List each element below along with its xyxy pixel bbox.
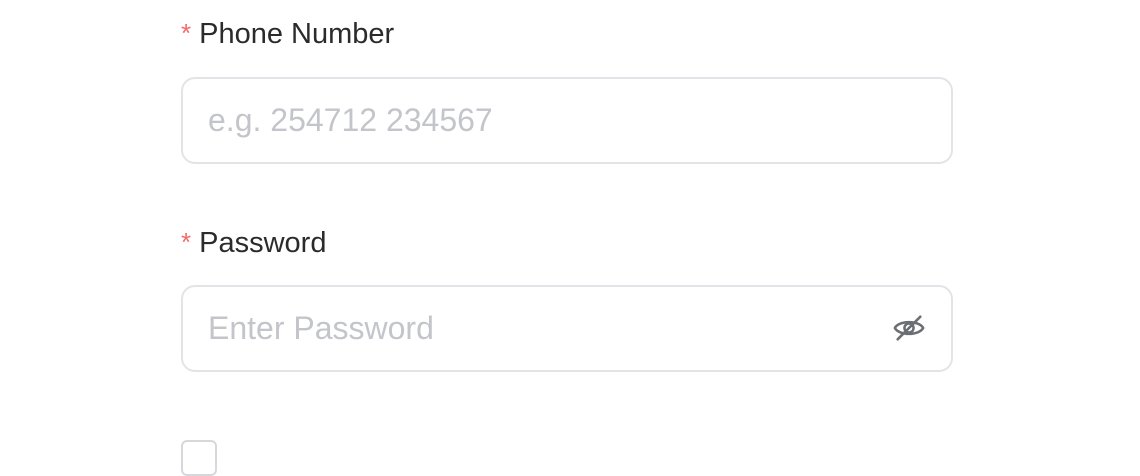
- password-input[interactable]: [208, 287, 868, 370]
- password-label-text: Password: [199, 227, 327, 259]
- remember-me-checkbox[interactable]: [181, 440, 217, 476]
- phone-number-field[interactable]: [181, 77, 953, 164]
- eye-slash-icon[interactable]: [891, 311, 927, 345]
- required-asterisk: *: [181, 18, 192, 48]
- phone-number-input[interactable]: [208, 79, 868, 162]
- phone-number-label: * Phone Number: [181, 20, 394, 49]
- password-field[interactable]: [181, 285, 953, 372]
- password-label: * Password: [181, 229, 326, 258]
- required-asterisk: *: [181, 227, 192, 257]
- phone-number-label-text: Phone Number: [199, 18, 395, 50]
